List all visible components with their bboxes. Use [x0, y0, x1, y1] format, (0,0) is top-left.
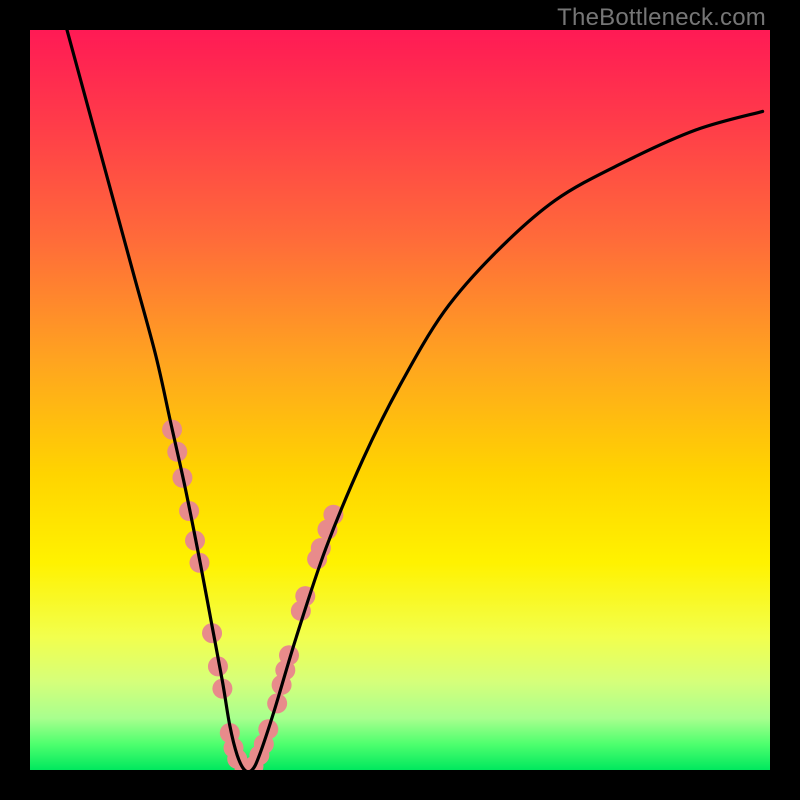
data-markers	[162, 420, 343, 770]
bottleneck-curve	[67, 30, 763, 770]
chart-svg	[30, 30, 770, 770]
plot-area	[30, 30, 770, 770]
watermark-text: TheBottleneck.com	[557, 4, 766, 32]
chart-frame: TheBottleneck.com	[0, 0, 800, 800]
